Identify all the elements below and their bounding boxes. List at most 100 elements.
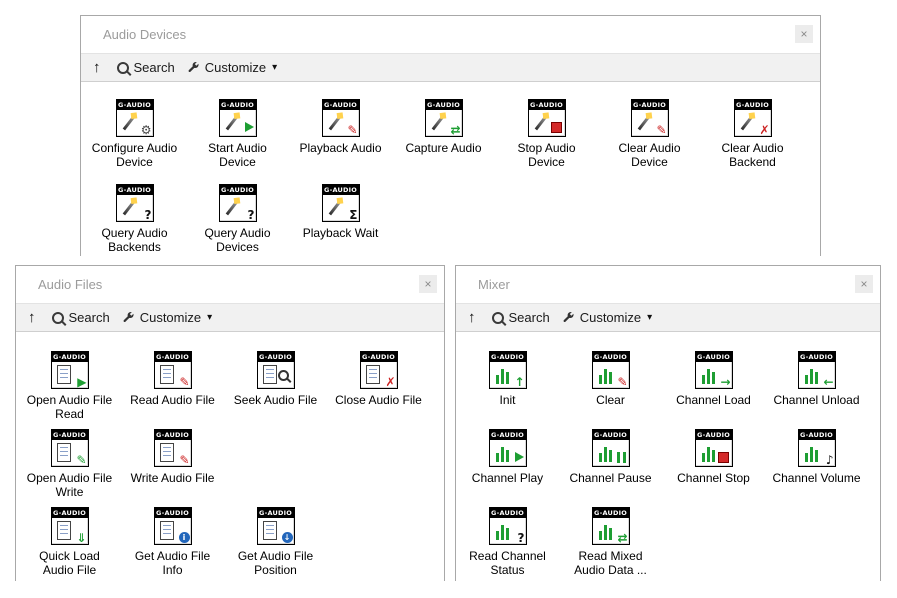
badge-overlay-glyph: i [179,532,190,543]
palette-item-channel-stop[interactable]: G-AUDIOChannel Stop [662,429,765,507]
eq-bars-glyph [805,447,818,462]
palette-item-quick-load-audio-file[interactable]: G-AUDIO⇓Quick Load Audio File [18,507,121,585]
palette-item-capture-audio[interactable]: G-AUDIO⇄Capture Audio [392,99,495,184]
desktop: Audio Devices × ↑ Search Customize ▾ G-A… [0,0,897,598]
palette-item-open-audio-file-write[interactable]: G-AUDIO✎Open Audio File Write [18,429,121,507]
eq-bars-glyph [702,447,715,462]
search-button[interactable]: Search [486,308,556,327]
vi-icon: G-AUDIO✎ [592,351,630,389]
palette-item-channel-unload[interactable]: G-AUDIO←Channel Unload [765,351,868,429]
vi-icon: G-AUDIO ↑ [489,351,527,389]
close-button[interactable]: × [419,275,437,293]
palette-item-read-channel-status[interactable]: G-AUDIO?Read Channel Status [456,507,559,585]
palette-item-channel-pause[interactable]: G-AUDIO Channel Pause [559,429,662,507]
file-glyph [160,521,174,540]
customize-button[interactable]: Customize ▾ [556,308,658,327]
vi-icon-brand: G-AUDIO [52,508,88,518]
palette-item-open-audio-file-read[interactable]: G-AUDIO▶ Open Audio File Read [18,351,121,429]
wand-glyph [225,202,237,216]
vi-icon: G-AUDIO♪ [798,429,836,467]
palette-item-stop-audio-device[interactable]: G-AUDIOStop Audio Device [495,99,598,184]
palette-item-configure-audio-device[interactable]: G-AUDIO⚙Configure Audio Device [83,99,186,184]
palette-item-query-audio-devices[interactable]: G-AUDIO?Query Audio Devices [186,184,289,269]
palette-item-read-audio-file[interactable]: G-AUDIO✎Read Audio File [121,351,224,429]
wand-glyph [431,117,443,131]
titlebar[interactable]: Mixer × [456,266,880,303]
vi-icon-brand: G-AUDIO [799,352,835,362]
vi-icon-brand: G-AUDIO [155,352,191,362]
vi-icon-art: i [155,518,191,544]
up-level-button[interactable]: ↑ [89,59,105,76]
vi-icon-brand: G-AUDIO [529,100,565,110]
vi-icon: G-AUDIO [528,99,566,137]
palette-item-label: Read Channel Status [462,549,554,577]
char-overlay-glyph: ⚙ [141,124,152,136]
vi-icon-brand: G-AUDIO [52,352,88,362]
vi-icon: G-AUDIO [592,429,630,467]
vi-icon-art: ↑ [490,362,526,388]
palette-item-channel-load[interactable]: G-AUDIO→Channel Load [662,351,765,429]
vi-icon-art: ↓ [258,518,294,544]
close-button[interactable]: × [795,25,813,43]
palette-item-clear[interactable]: G-AUDIO✎Clear [559,351,662,429]
vi-icon-art: ▶ [52,362,88,388]
palette-item-clear-audio-device[interactable]: G-AUDIO✎Clear Audio Device [598,99,701,184]
toolbar: ↑ Search Customize ▾ [456,303,880,332]
vi-icon: G-AUDIO⚙ [116,99,154,137]
palette-item-get-audio-file-info[interactable]: G-AUDIOiGet Audio File Info [121,507,224,585]
search-button[interactable]: Search [46,308,116,327]
up-level-button[interactable]: ↑ [24,309,40,326]
vi-icon-art: ? [490,518,526,544]
vi-icon-brand: G-AUDIO [799,430,835,440]
vi-icon-brand: G-AUDIO [490,352,526,362]
palette-item-label: Channel Volume [772,471,860,485]
palette-item-label: Get Audio File Info [127,549,219,577]
customize-button[interactable]: Customize ▾ [116,308,218,327]
file-glyph [160,365,174,384]
titlebar[interactable]: Audio Files × [16,266,444,303]
palette-item-label: Open Audio File Read [24,393,116,421]
titlebar[interactable]: Audio Devices × [81,16,820,53]
vi-icon-art: ✗ [361,362,397,388]
palette-item-clear-audio-backend[interactable]: G-AUDIO✗Clear Audio Backend [701,99,804,184]
vi-icon-art: ✎ [632,110,668,136]
up-level-button[interactable]: ↑ [464,309,480,326]
vi-icon: G-AUDIO? [116,184,154,222]
palette-item-init[interactable]: G-AUDIO↑Init [456,351,559,429]
palette-item-seek-audio-file[interactable]: G-AUDIOSeek Audio File [224,351,327,429]
palette-item-start-audio-device[interactable]: G-AUDIOStart Audio Device [186,99,289,184]
vi-icon: G-AUDIO→ [695,351,733,389]
close-button[interactable]: × [855,275,873,293]
char-overlay-glyph: ✎ [656,124,666,136]
wrench-icon [122,311,135,324]
wand-glyph [122,202,134,216]
file-glyph [263,365,277,384]
customize-button-label: Customize [580,310,641,325]
palette-item-channel-volume[interactable]: G-AUDIO♪ Channel Volume [765,429,868,507]
vi-icon-brand: G-AUDIO [52,430,88,440]
file-glyph [57,521,71,540]
toolbar: ↑ Search Customize ▾ [81,53,820,82]
palette-item-label: Channel Pause [569,471,651,485]
palette-item-close-audio-file[interactable]: G-AUDIO✗Close Audio File [327,351,430,429]
palette-item-label: Channel Play [472,471,543,485]
wand-glyph [534,117,546,131]
palette-item-playback-audio[interactable]: G-AUDIO✎Playback Audio [289,99,392,184]
char-overlay-glyph: ↑ [514,376,524,388]
char-overlay-glyph: ✎ [617,376,627,388]
char-overlay-glyph: ← [823,376,833,388]
palette-row: G-AUDIO⇓Quick Load Audio FileG-AUDIO i Get… [16,507,444,585]
customize-button[interactable]: Customize ▾ [181,58,283,77]
eq-bars-glyph [599,525,612,540]
palette-item-channel-play[interactable]: G-AUDIO Channel Play [456,429,559,507]
palette-item-read-mixed-audio-data[interactable]: G-AUDIO⇄Read Mixed Audio Data ... [559,507,662,585]
vi-icon-brand: G-AUDIO [490,430,526,440]
palette-item-label: Read Audio File [130,393,215,407]
palette-item-get-audio-file-position[interactable]: G-AUDIO↓Get Audio File Position [224,507,327,585]
search-button[interactable]: Search [111,58,181,77]
vi-icon: G-AUDIO▶ [51,351,89,389]
palette-item-write-audio-file[interactable]: G-AUDIO✎Write Audio File [121,429,224,507]
palette-item-playback-wait[interactable]: G-AUDIOΣPlayback Wait [289,184,392,269]
up-arrow-icon: ↑ [93,59,101,76]
palette-item-query-audio-backends[interactable]: G-AUDIO?Query Audio Backends [83,184,186,269]
